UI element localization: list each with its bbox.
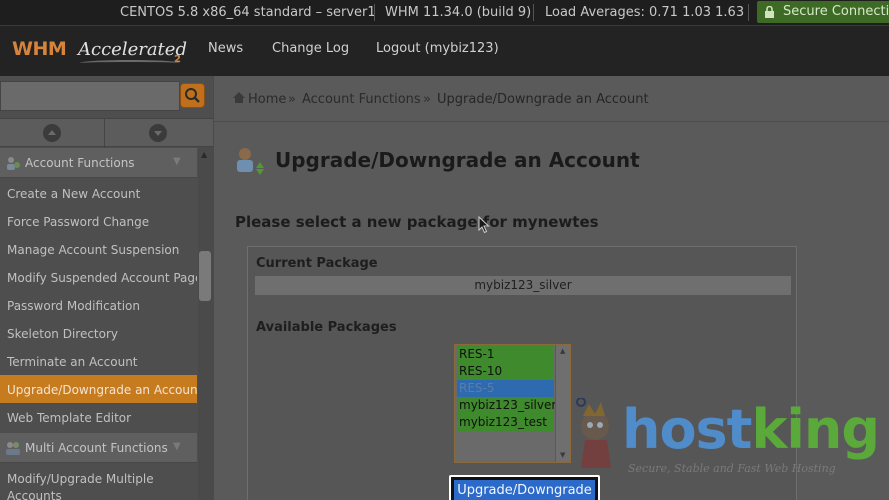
nav-news-link[interactable]: News bbox=[208, 41, 243, 56]
sidebar-item-modify-upgrade-multiple[interactable]: Modify/Upgrade Multiple Accounts bbox=[0, 465, 160, 500]
sidebar-item-force-password[interactable]: Force Password Change bbox=[0, 207, 197, 235]
current-package-value: mybiz123_silver bbox=[255, 276, 791, 295]
hostking-watermark: hostking Secure, Stable and Fast Web Hos… bbox=[573, 398, 889, 500]
nav-changelog-link[interactable]: Change Log bbox=[272, 41, 349, 56]
package-option-selected[interactable]: RES-5 bbox=[457, 380, 554, 397]
sidebar-item-password-modification[interactable]: Password Modification bbox=[0, 291, 197, 319]
load-averages: Load Averages: 0.71 1.03 1.63 bbox=[545, 5, 745, 20]
arrow-up-icon bbox=[48, 130, 56, 135]
hostking-tagline: Secure, Stable and Fast Web Hosting bbox=[628, 462, 836, 475]
divider bbox=[104, 119, 105, 148]
section-label: Multi Account Functions bbox=[25, 441, 168, 455]
logo-swoosh bbox=[80, 60, 180, 66]
logo-whm-text: WHM bbox=[12, 38, 67, 60]
account-functions-icon bbox=[7, 157, 20, 170]
secure-connection-badge[interactable]: Secure Connection bbox=[757, 1, 889, 23]
multi-account-icon bbox=[6, 442, 20, 455]
package-option[interactable]: mybiz123_silver bbox=[457, 397, 556, 414]
listbox-scrollbar[interactable]: ▲ ▼ bbox=[555, 345, 570, 462]
package-option[interactable]: RES-1 bbox=[457, 346, 554, 363]
sidebar-item-skeleton-directory[interactable]: Skeleton Directory bbox=[0, 319, 197, 347]
status-divider bbox=[374, 4, 375, 21]
home-icon bbox=[233, 92, 245, 103]
arrow-down-icon bbox=[154, 131, 162, 136]
sidebar-item-create-account[interactable]: Create a New Account bbox=[0, 179, 197, 207]
mouse-cursor-icon bbox=[478, 216, 490, 234]
scroll-up-button[interactable] bbox=[43, 124, 61, 142]
chevron-down-icon: ▼ bbox=[173, 441, 181, 452]
listbox-scroll-down-icon[interactable]: ▼ bbox=[560, 451, 565, 459]
server-info: CENTOS 5.8 x86_64 standard – server1 bbox=[120, 5, 376, 20]
package-option[interactable]: mybiz123_test bbox=[457, 414, 554, 431]
upgrade-downgrade-icon bbox=[237, 148, 264, 175]
sidebar-item-upgrade-downgrade[interactable]: Upgrade/Downgrade an Account bbox=[0, 375, 197, 403]
breadcrumb-account-functions[interactable]: Account Functions bbox=[302, 92, 421, 107]
page-title: Upgrade/Downgrade an Account bbox=[275, 148, 640, 172]
top-nav: WHM Accelerated 2 News Change Log Logout… bbox=[0, 25, 889, 76]
nav-logout-link[interactable]: Logout (mybiz123) bbox=[376, 41, 499, 56]
breadcrumb: Home » Account Functions » Upgrade/Downg… bbox=[214, 76, 889, 122]
sidebar-scroll-thumb[interactable] bbox=[199, 251, 211, 301]
sidebar: Account Functions ▼ Create a New Account… bbox=[0, 76, 213, 500]
hostking-mascot-icon bbox=[576, 398, 611, 468]
sidebar-item-modify-suspended-page[interactable]: Modify Suspended Account Page bbox=[0, 263, 197, 291]
breadcrumb-current: Upgrade/Downgrade an Account bbox=[437, 92, 649, 107]
search-button[interactable] bbox=[180, 83, 205, 108]
hostking-brand: hostking bbox=[622, 398, 881, 461]
search-icon bbox=[185, 88, 200, 103]
current-package-label: Current Package bbox=[256, 256, 378, 271]
sidebar-scrollbar[interactable]: ▲ bbox=[198, 147, 213, 500]
sidebar-item-terminate-account[interactable]: Terminate an Account bbox=[0, 347, 197, 375]
chevron-down-icon: ▼ bbox=[173, 156, 181, 167]
sidebar-item-web-template-editor[interactable]: Web Template Editor bbox=[0, 403, 197, 431]
package-option[interactable]: RES-10 bbox=[457, 363, 554, 380]
section-label: Account Functions bbox=[25, 156, 135, 170]
sidebar-item-manage-suspension[interactable]: Manage Account Suspension bbox=[0, 235, 197, 263]
sidebar-search-input[interactable] bbox=[0, 81, 180, 111]
scroll-up-arrow-icon[interactable]: ▲ bbox=[201, 150, 207, 159]
sidebar-scroll-controls bbox=[0, 118, 213, 148]
whm-version: WHM 11.34.0 (build 9) bbox=[385, 5, 532, 20]
status-divider bbox=[748, 4, 749, 21]
breadcrumb-separator: » bbox=[288, 92, 296, 107]
status-divider bbox=[533, 4, 534, 21]
section-multi-account-functions[interactable]: Multi Account Functions ▼ bbox=[0, 433, 197, 463]
breadcrumb-home[interactable]: Home bbox=[248, 92, 286, 107]
whm-logo[interactable]: WHM Accelerated 2 bbox=[12, 36, 187, 70]
breadcrumb-separator: » bbox=[423, 92, 431, 107]
logo-accelerated-text: Accelerated bbox=[78, 39, 187, 60]
lock-icon bbox=[765, 6, 774, 18]
page-prompt: Please select a new package for mynewtes bbox=[235, 213, 599, 231]
brand-host: host bbox=[622, 398, 752, 461]
available-packages-select[interactable]: RES-1 RES-10 RES-5 mybiz123_silver mybiz… bbox=[454, 344, 571, 463]
secure-label: Secure Connection bbox=[783, 4, 889, 19]
scroll-down-button[interactable] bbox=[149, 124, 167, 142]
status-bar: CENTOS 5.8 x86_64 standard – server1 WHM… bbox=[0, 0, 889, 25]
section-account-functions[interactable]: Account Functions ▼ bbox=[0, 148, 197, 178]
listbox-scroll-up-icon[interactable]: ▲ bbox=[560, 347, 565, 355]
brand-king: king bbox=[751, 398, 881, 461]
available-packages-label: Available Packages bbox=[256, 320, 397, 335]
